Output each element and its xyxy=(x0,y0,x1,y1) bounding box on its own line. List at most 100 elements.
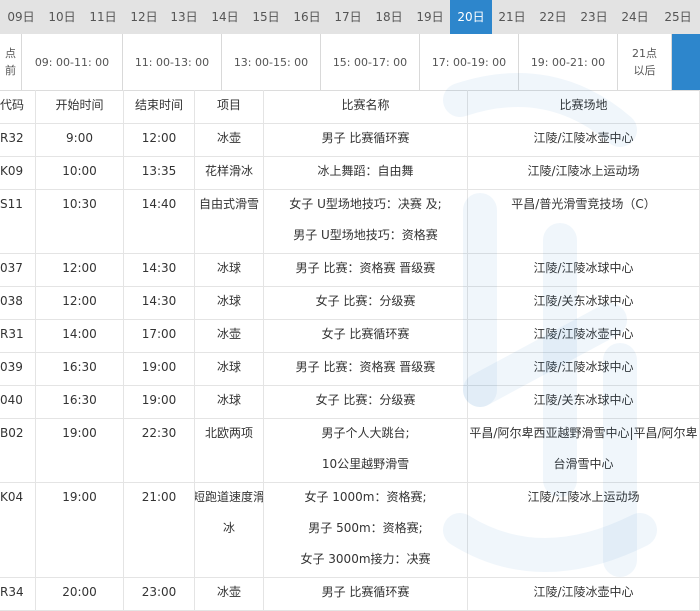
cell-event: 冰球 xyxy=(195,352,264,385)
cell-text: 平昌/阿尔卑西亚越野滑雪中心|平昌/阿尔卑 xyxy=(469,426,698,440)
time-slot-strip: 点 前 09: 00-11: 00 11: 00-13: 00 13: 00-15: … xyxy=(0,34,700,91)
time-slot[interactable]: 13: 00-15: 00 xyxy=(222,34,321,90)
time-slot[interactable]: 11: 00-13: 00 xyxy=(123,34,222,90)
cell-end: 14:30 xyxy=(124,253,195,286)
cell-text: 16:30 xyxy=(62,360,97,374)
cell-event: 冰壶 xyxy=(195,319,264,352)
date-tab[interactable]: 16日 xyxy=(286,0,328,34)
time-slot[interactable]: 17: 00-19: 00 xyxy=(420,34,519,90)
cell-start: 16:30 xyxy=(36,352,124,385)
cell-text: 039 xyxy=(0,360,23,374)
cell-text: 男子 比赛：资格赛 晋级赛 xyxy=(295,261,436,275)
time-slot[interactable]: 19: 00-21: 00 xyxy=(519,34,618,90)
cell-name: 女子 1000m：资格赛; 男子 500m：资格赛; 女子 3000m接力：决赛 xyxy=(264,482,468,577)
date-tab[interactable]: 23日 xyxy=(574,0,614,34)
cell-text: 自由式滑雪 xyxy=(198,197,259,211)
table-row[interactable]: S11 10:30 14:40 自由式滑雪 女子 U型场地技巧：决赛 及; 男子 U型场地… xyxy=(0,189,700,254)
table-row[interactable]: B02 19:00 22:30 北欧两项 男子个人大跳台; 10公里越野滑雪 平昌/阿尔卑西… xyxy=(0,418,700,483)
date-tab[interactable]: 21日 xyxy=(492,0,532,34)
cell-venue: 江陵/关东冰球中心 xyxy=(468,286,700,319)
table-row[interactable]: K09 10:00 13:35 花样滑冰 冰上舞蹈：自由舞 江陵/江陵冰上运动场 xyxy=(0,156,700,190)
column-header-event: 项目 xyxy=(195,90,264,123)
date-tab[interactable]: 13日 xyxy=(164,0,204,34)
cell-event: 花样滑冰 xyxy=(195,156,264,189)
date-tab[interactable]: 10日 xyxy=(42,0,82,34)
time-slot[interactable]: 15: 00-17: 00 xyxy=(321,34,420,90)
table-row[interactable]: 037 12:00 14:30 冰球 男子 比赛：资格赛 晋级赛 江陵/江陵冰球中心 xyxy=(0,253,700,287)
date-tab[interactable]: 15日 xyxy=(246,0,286,34)
cell-end: 13:35 xyxy=(124,156,195,189)
cell-code: 039 xyxy=(0,352,36,385)
date-strip: 09日 10日 11日 12日 13日 14日 15日 16日 17日 18日 19日 20日 21日 2… xyxy=(0,0,700,34)
header-label: 开始时间 xyxy=(55,98,104,112)
table-row[interactable]: R32 9:00 12:00 冰壶 男子 比赛循环赛 江陵/江陵冰壶中心 xyxy=(0,123,700,157)
table-row[interactable]: 038 12:00 14:30 冰球 女子 比赛：分级赛 江陵/关东冰球中心 xyxy=(0,286,700,320)
time-slot[interactable]: 21点 以后 xyxy=(618,34,672,90)
cell-start: 20:00 xyxy=(36,577,124,610)
cell-text: 男子 500m：资格赛; xyxy=(308,521,423,535)
table-row[interactable]: 040 16:30 19:00 冰球 女子 比赛：分级赛 江陵/关东冰球中心 xyxy=(0,385,700,419)
cell-text: 江陵/江陵冰壶中心 xyxy=(533,327,634,341)
cell-name: 男子 比赛：资格赛 晋级赛 xyxy=(264,253,468,286)
date-tab[interactable]: 22日 xyxy=(532,0,574,34)
table-row[interactable]: 039 16:30 19:00 冰球 男子 比赛：资格赛 晋级赛 江陵/江陵冰球中心 xyxy=(0,352,700,386)
cell-venue: 江陵/江陵冰壶中心 xyxy=(468,319,700,352)
date-tab[interactable]: 09日 xyxy=(0,0,42,34)
cell-code: 038 xyxy=(0,286,36,319)
date-tab[interactable]: 18日 xyxy=(368,0,410,34)
cell-text: 冰球 xyxy=(216,360,241,374)
cell-event: 北欧两项 xyxy=(195,418,264,482)
column-header-end: 结束时间 xyxy=(124,90,195,123)
cell-text: 040 xyxy=(0,393,23,407)
cell-text: B02 xyxy=(0,426,24,440)
date-tab[interactable]: 19日 xyxy=(410,0,450,34)
cell-code: 037 xyxy=(0,253,36,286)
date-tab[interactable]: 11日 xyxy=(82,0,124,34)
cell-text: 12:00 xyxy=(62,294,97,308)
cell-end: 12:00 xyxy=(124,123,195,156)
date-tab[interactable]: 20日 xyxy=(450,0,492,34)
header-label: 代码 xyxy=(0,98,25,112)
date-tab[interactable]: 25日 xyxy=(656,0,700,34)
cell-venue: 平昌/普光滑雪竞技场（C） xyxy=(468,189,700,253)
column-header-code: 代码 xyxy=(0,90,36,123)
cell-text: R31 xyxy=(0,327,24,341)
cell-text: 冰球 xyxy=(216,294,241,308)
cell-text: 19:00 xyxy=(141,360,177,374)
cell-code: K04 xyxy=(0,482,36,577)
cell-text: R34 xyxy=(0,585,24,599)
cell-text: 男子 比赛：资格赛 晋级赛 xyxy=(295,360,436,374)
time-slot[interactable]: 点 前 xyxy=(0,34,22,90)
cell-end: 17:00 xyxy=(124,319,195,352)
cell-code: K09 xyxy=(0,156,36,189)
cell-text: 冰上舞蹈：自由舞 xyxy=(317,164,414,178)
cell-end: 22:30 xyxy=(124,418,195,482)
cell-start: 12:00 xyxy=(36,253,124,286)
cell-text: 14:40 xyxy=(141,197,177,211)
cell-text: 平昌/普光滑雪竞技场（C） xyxy=(511,197,656,211)
cell-name: 男子 比赛：资格赛 晋级赛 xyxy=(264,352,468,385)
cell-event: 冰球 xyxy=(195,385,264,418)
cell-text: 女子 U型场地技巧：决赛 及; xyxy=(289,197,442,211)
cell-text: 江陵/江陵冰壶中心 xyxy=(533,585,634,599)
cell-text: 短跑道速度滑 xyxy=(195,490,264,504)
cell-text: S11 xyxy=(0,197,23,211)
cell-text: 14:30 xyxy=(141,294,177,308)
cell-text: 037 xyxy=(0,261,23,275)
view-button[interactable] xyxy=(672,34,700,90)
table-row[interactable]: R31 14:00 17:00 冰壶 女子 比赛循环赛 江陵/江陵冰壶中心 xyxy=(0,319,700,353)
cell-text: 女子 比赛：分级赛 xyxy=(315,393,416,407)
time-slot[interactable]: 09: 00-11: 00 xyxy=(22,34,123,90)
cell-code: S11 xyxy=(0,189,36,253)
date-tab[interactable]: 24日 xyxy=(614,0,656,34)
table-row[interactable]: K04 19:00 21:00 短跑道速度滑冰 女子 1000m：资格赛; 男子 500m… xyxy=(0,482,700,578)
cell-name: 冰上舞蹈：自由舞 xyxy=(264,156,468,189)
cell-start: 19:00 xyxy=(36,418,124,482)
cell-end: 19:00 xyxy=(124,385,195,418)
date-tab[interactable]: 17日 xyxy=(328,0,368,34)
cell-text: 女子 3000m接力：决赛 xyxy=(300,552,431,566)
header-label: 项目 xyxy=(216,98,241,112)
date-tab[interactable]: 12日 xyxy=(124,0,164,34)
date-tab[interactable]: 14日 xyxy=(204,0,246,34)
table-row[interactable]: R34 20:00 23:00 冰壶 男子 比赛循环赛 江陵/江陵冰壶中心 xyxy=(0,577,700,611)
